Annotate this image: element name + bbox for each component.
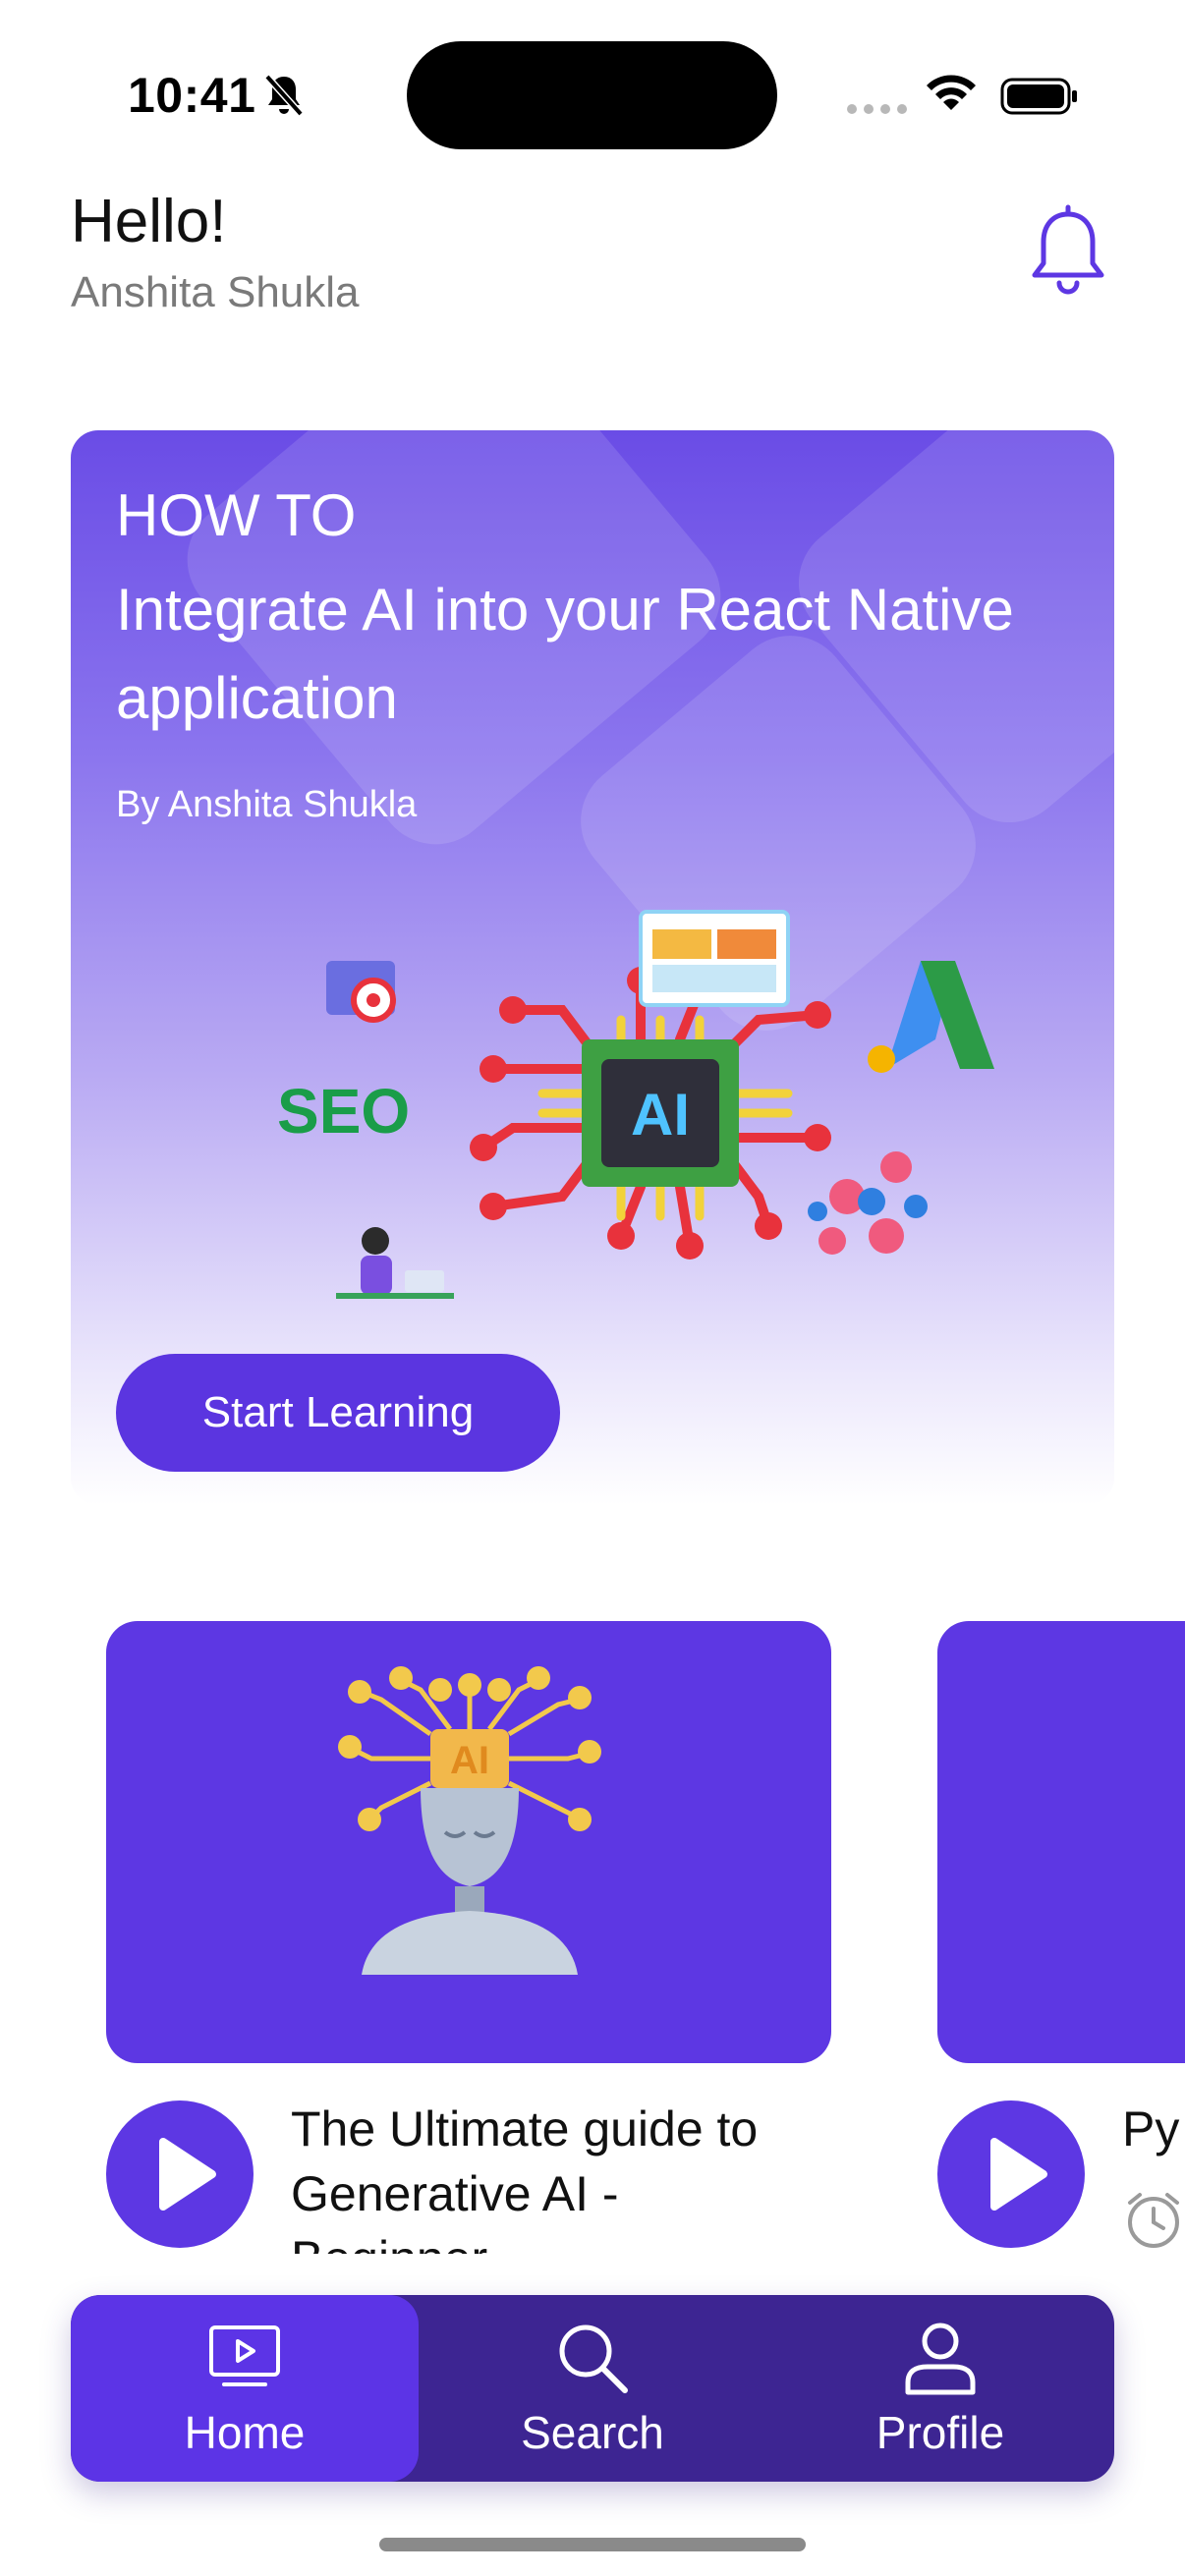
bell-icon[interactable] — [1026, 204, 1110, 299]
play-button[interactable] — [937, 2100, 1085, 2248]
tab-label: Home — [184, 2407, 306, 2458]
greeting-title: Hello! — [71, 188, 227, 255]
course-title: The Ultimate guide to Generative AI - Be… — [291, 2101, 759, 2254]
status-bar: 10:41 — [0, 0, 1185, 187]
dynamic-island — [407, 41, 777, 149]
clock-icon — [1128, 2193, 1179, 2248]
course-card[interactable]: AI The Ultimate guide to Generative AI -… — [106, 1621, 831, 2254]
status-time: 10:41 — [128, 68, 256, 123]
featured-card[interactable]: HOW TO Integrate AI into your React Nati… — [71, 430, 1114, 1505]
course-thumbnail[interactable] — [937, 1621, 1185, 2063]
play-button[interactable] — [106, 2100, 254, 2248]
hero-title: Integrate AI into your React Native appl… — [116, 577, 1014, 731]
search-icon — [559, 2324, 628, 2393]
course-card[interactable]: Py — [937, 1621, 1185, 2248]
tab-label: Profile — [875, 2407, 1005, 2458]
hero-eyebrow: HOW TO — [116, 482, 357, 548]
tab-search[interactable]: Search — [419, 2295, 766, 2482]
hero-author: By Anshita Shukla — [116, 784, 418, 825]
ai-chip-illustration: AI SEO — [277, 910, 994, 1299]
course-title: Py — [1122, 2101, 1180, 2156]
wifi-icon — [927, 75, 976, 110]
course-thumbnail[interactable]: AI — [106, 1621, 831, 2063]
bell-slash-icon — [264, 74, 304, 117]
start-learning-button[interactable]: Start Learning — [116, 1354, 560, 1472]
tab-profile[interactable]: Profile — [766, 2295, 1114, 2482]
thumb-label: AI — [450, 1739, 489, 1782]
tab-label: Search — [521, 2407, 664, 2458]
user-icon — [905, 2323, 976, 2395]
home-indicator[interactable] — [379, 2538, 806, 2551]
tv-play-icon — [209, 2325, 280, 2386]
signal-icon — [847, 104, 907, 114]
tab-home[interactable]: Home — [71, 2295, 419, 2482]
seo-label: SEO — [277, 1076, 410, 1147]
play-icon — [990, 2138, 1047, 2211]
play-icon — [159, 2138, 216, 2211]
user-name: Anshita Shukla — [71, 268, 360, 316]
ai-head-illustration: AI — [338, 1666, 601, 1975]
tab-bar: Home Search Profile — [71, 2295, 1114, 2482]
battery-icon — [1000, 78, 1077, 115]
chip-label: AI — [631, 1082, 690, 1148]
greeting: Hello! Anshita Shukla — [71, 187, 360, 317]
